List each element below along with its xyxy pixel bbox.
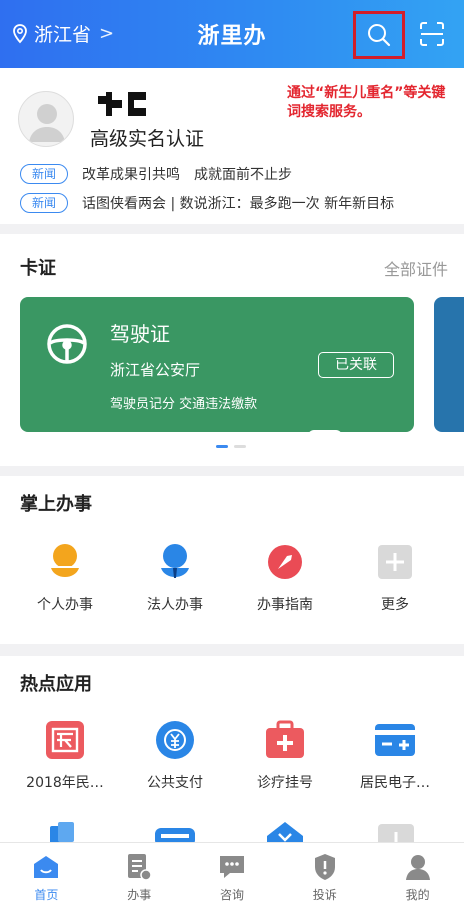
service-label: 个人办事 <box>37 597 93 613</box>
news-item[interactable]: 新闻 改革成果引共鸣 成就面前不止步 <box>20 164 292 184</box>
card-icon <box>373 718 417 762</box>
yuan-icon <box>153 718 197 762</box>
app-tax[interactable]: 2018年民… <box>10 718 120 792</box>
tab-label: 咨询 <box>219 888 244 902</box>
scan-icon <box>420 22 444 46</box>
compass-icon <box>263 540 307 584</box>
tab-label: 我的 <box>405 888 430 902</box>
license-name: 驾驶证 <box>110 322 170 346</box>
carousel-dot-active <box>216 445 228 448</box>
carousel-indicator <box>216 445 246 448</box>
app-header: 浙江省 > 浙里办 <box>0 0 464 68</box>
card-notch <box>308 430 342 444</box>
next-card-peek[interactable] <box>434 297 464 432</box>
plus-icon <box>373 540 417 584</box>
search-button[interactable] <box>353 11 405 59</box>
news-text: 话图侠看两会 | 数说浙江：最多跑一次 新年新目标 <box>82 196 395 212</box>
document-icon <box>124 852 154 882</box>
search-hint-annotation: 通过“新生儿重名”等关键词搜索服务。 <box>287 85 446 120</box>
license-services: 驾驶员记分 交通违法缴款 <box>110 397 258 412</box>
service-more[interactable]: 更多 <box>340 540 450 614</box>
medical-kit-icon <box>263 718 307 762</box>
section-title: 掌上办事 <box>20 494 92 515</box>
default-avatar-icon <box>29 104 65 142</box>
app-label: 诊疗挂号 <box>257 775 313 791</box>
carousel-dot <box>234 445 246 448</box>
tab-label: 办事 <box>127 888 152 902</box>
app-label: 居民电子… <box>360 775 430 791</box>
news-item[interactable]: 新闻 话图侠看两会 | 数说浙江：最多跑一次 新年新目标 <box>20 193 394 213</box>
scan-button[interactable] <box>414 16 450 52</box>
cards-section: 卡证 全部证件 驾驶证 浙江省公安厅 驾驶员记分 交通违法缴款 已关联 <box>0 234 464 466</box>
license-dept: 浙江省公安厅 <box>110 361 201 379</box>
app-resident-card[interactable]: 居民电子… <box>340 718 450 792</box>
tab-label: 投诉 <box>312 888 337 902</box>
app-label: 公共支付 <box>147 775 203 791</box>
section-title: 热点应用 <box>20 674 92 695</box>
document-stack-icon <box>50 822 74 842</box>
service-label: 办事指南 <box>257 597 313 613</box>
service-label: 更多 <box>381 597 409 613</box>
avatar[interactable] <box>18 91 74 147</box>
profile-card: 高级实名认证 通过“新生儿重名”等关键词搜索服务。 新闻 改革成果引共鸣 成就面… <box>0 68 464 224</box>
bus-icon <box>155 828 195 842</box>
section-title: 卡证 <box>20 258 56 279</box>
tab-complaint[interactable]: 投诉 <box>278 843 371 906</box>
tab-label: 首页 <box>34 888 59 902</box>
steering-wheel-icon <box>47 324 87 364</box>
app-payment[interactable]: 公共支付 <box>120 718 230 792</box>
user-icon <box>403 852 433 882</box>
home-icon <box>31 852 61 882</box>
driver-license-card[interactable]: 驾驶证 浙江省公安厅 驾驶员记分 交通违法缴款 已关联 <box>20 297 414 444</box>
tab-home[interactable]: 首页 <box>0 843 93 906</box>
service-corporate[interactable]: 法人办事 <box>120 540 230 614</box>
all-cards-link[interactable]: 全部证件 <box>384 256 448 280</box>
tab-consult[interactable]: 咨询 <box>186 843 279 906</box>
chat-icon <box>217 852 247 882</box>
hot-apps-section: 热点应用 2018年民… 公共支付 诊疗挂号 居民电子… <box>0 656 464 842</box>
app-label: 2018年民… <box>26 775 104 791</box>
service-label: 法人办事 <box>147 597 203 613</box>
verification-level: 高级实名认证 <box>90 128 205 150</box>
news-text: 改革成果引共鸣 成就面前不止步 <box>82 167 293 183</box>
service-guide[interactable]: 办事指南 <box>230 540 340 614</box>
linked-badge: 已关联 <box>318 352 394 378</box>
tax-icon <box>43 718 87 762</box>
next-row-peek <box>0 820 464 842</box>
shield-icon <box>310 852 340 882</box>
house-icon <box>267 822 303 842</box>
plus-icon <box>378 824 414 842</box>
news-tag: 新闻 <box>20 164 69 184</box>
handheld-services-section: 掌上办事 个人办事 法人办事 办事指南 更多 <box>0 476 464 644</box>
tab-services[interactable]: 办事 <box>93 843 186 906</box>
person-icon <box>43 540 87 584</box>
news-tag: 新闻 <box>20 193 69 213</box>
redacted-name-icon <box>98 92 146 116</box>
tab-mine[interactable]: 我的 <box>371 843 464 906</box>
bottom-tab-bar: 首页 办事 咨询 投诉 我的 <box>0 842 464 906</box>
app-registration[interactable]: 诊疗挂号 <box>230 718 340 792</box>
corporate-person-icon <box>153 540 197 584</box>
service-personal[interactable]: 个人办事 <box>10 540 120 614</box>
search-icon <box>368 24 391 47</box>
